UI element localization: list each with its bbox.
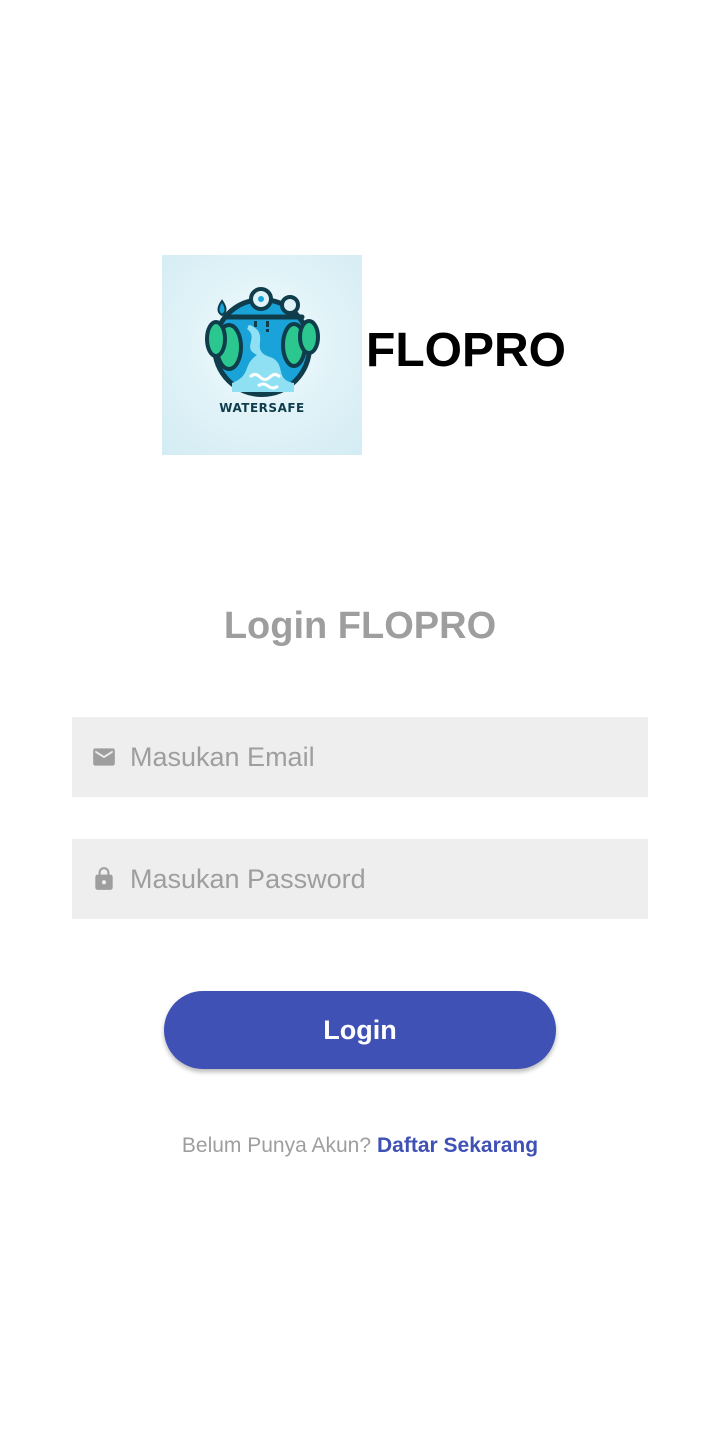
login-screen: WATERSAFE FLOPRO Login FLOPRO Login Belu…	[0, 0, 720, 1437]
signup-link[interactable]: Daftar Sekarang	[377, 1134, 538, 1157]
app-logo: WATERSAFE	[162, 255, 362, 455]
email-icon	[93, 748, 115, 766]
signup-row: Belum Punya Akun? Daftar Sekarang	[0, 1132, 720, 1160]
app-name: FLOPRO	[366, 324, 566, 377]
email-field[interactable]	[72, 717, 648, 797]
password-field[interactable]	[72, 839, 648, 919]
password-input[interactable]	[130, 839, 630, 919]
brand-header: WATERSAFE FLOPRO	[162, 255, 566, 455]
login-button[interactable]: Login	[164, 991, 556, 1069]
login-title: Login FLOPRO	[223, 605, 497, 647]
lock-icon	[95, 867, 113, 890]
watersafe-logo-icon	[205, 287, 320, 397]
email-input[interactable]	[130, 717, 630, 797]
signup-prompt: Belum Punya Akun?	[181, 1134, 372, 1157]
logo-label: WATERSAFE	[219, 401, 305, 415]
